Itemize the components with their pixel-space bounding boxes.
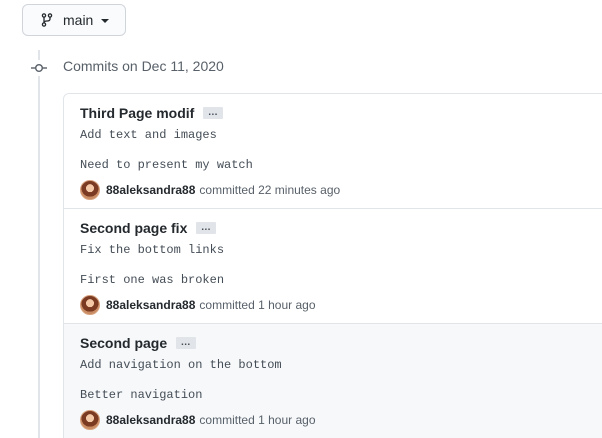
commit-item: Second page fix … Fix the bottom links F…	[64, 209, 602, 324]
commit-message-body: Fix the bottom links First one was broke…	[80, 241, 602, 289]
commit-item: Second page … Add navigation on the bott…	[64, 324, 602, 438]
commit-time: 1 hour ago	[258, 298, 316, 312]
branch-select-button[interactable]: main	[22, 4, 126, 36]
commit-action: committed	[199, 183, 255, 197]
commit-time: 1 hour ago	[258, 413, 316, 427]
commit-body-line: Add text and images	[80, 128, 217, 142]
avatar[interactable]	[80, 410, 100, 430]
commit-meta: 88aleksandra88 committed 22 minutes ago	[80, 180, 602, 200]
git-commit-icon	[31, 60, 47, 76]
commit-body-line: Need to present my watch	[80, 158, 253, 172]
expand-message-button[interactable]: …	[203, 107, 224, 119]
expand-message-button[interactable]: …	[196, 222, 217, 234]
commit-message-body: Add navigation on the bottom Better navi…	[80, 356, 602, 404]
commit-action: committed	[199, 298, 255, 312]
commit-body-line: Better navigation	[80, 388, 203, 402]
avatar[interactable]	[80, 295, 100, 315]
chevron-down-icon	[101, 19, 110, 23]
avatar[interactable]	[80, 180, 100, 200]
commit-author[interactable]: 88aleksandra88	[106, 183, 195, 197]
commit-time: 22 minutes ago	[258, 183, 341, 197]
commit-title[interactable]: Second page fix	[80, 220, 187, 236]
git-branch-icon	[39, 12, 55, 28]
commit-title[interactable]: Second page	[80, 335, 167, 351]
commit-action: committed	[199, 413, 255, 427]
commit-body-line: First one was broken	[80, 273, 225, 287]
branch-name: main	[63, 12, 94, 28]
commit-item: Third Page modif … Add text and images N…	[64, 94, 602, 209]
commit-title[interactable]: Third Page modif	[80, 105, 194, 121]
expand-message-button[interactable]: …	[176, 337, 197, 349]
commit-list: Third Page modif … Add text and images N…	[63, 93, 602, 438]
commit-body-line: Fix the bottom links	[80, 243, 225, 257]
commit-message-body: Add text and images Need to present my w…	[80, 126, 602, 174]
commit-author[interactable]: 88aleksandra88	[106, 298, 195, 312]
commit-author[interactable]: 88aleksandra88	[106, 413, 195, 427]
commit-meta: 88aleksandra88 committed 1 hour ago	[80, 295, 602, 315]
commit-body-line: Add navigation on the bottom	[80, 358, 282, 372]
commit-meta: 88aleksandra88 committed 1 hour ago	[80, 410, 602, 430]
timeline-line	[38, 50, 40, 438]
commit-group-title: Commits on Dec 11, 2020	[63, 58, 224, 74]
